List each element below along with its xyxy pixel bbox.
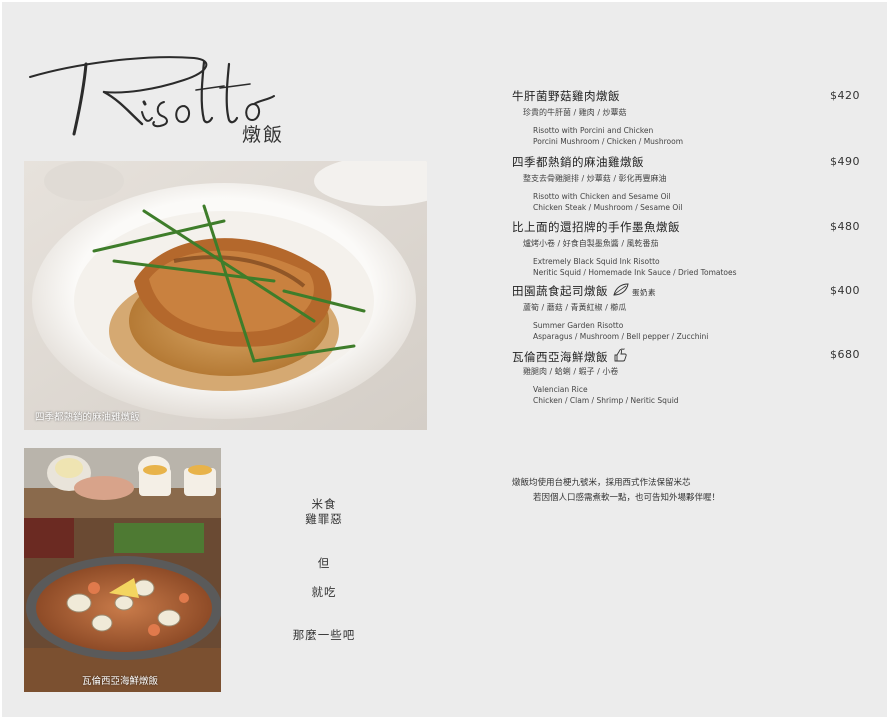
menu-item-name-row: 田園蔬食起司燉飯 蛋奶素 xyxy=(512,283,656,300)
menu-item-english: Summer Garden Risotto Asparagus / Mushro… xyxy=(533,320,708,342)
rice-note-line-1: 燉飯均使用台梗九號米，採用西式作法保留米芯 xyxy=(512,478,691,488)
menu-page: 燉飯 四季都熱銷的麻油雞燉飯 瓦倫西亞海鮮燉飯 米食 雞罪惡 但 就吃 那麼一些… xyxy=(2,2,887,717)
menu-item-price: $420 xyxy=(830,89,860,102)
menu-item-ingredients: 蘆筍 / 蘑菇 / 青黃紅椒 / 櫛瓜 xyxy=(523,303,627,312)
menu-item-english-ingredients: Chicken Steak / Mushroom / Sesame Oil xyxy=(533,203,683,212)
menu-item-price: $400 xyxy=(830,284,860,297)
vegetarian-tag: 蛋奶素 xyxy=(632,288,656,297)
menu-item-ingredients: 整支去骨雞腿排 / 炒蕈菇 / 彰化再豐麻油 xyxy=(523,174,667,183)
menu-item-english: Risotto with Chicken and Sesame Oil Chic… xyxy=(533,191,682,213)
menu-item-name: 四季都熱銷的麻油雞燉飯 xyxy=(512,155,644,169)
menu-item-ingredients: 爐烤小卷 / 好食自製墨魚醬 / 風乾番茄 xyxy=(523,239,659,248)
chicken-risotto-photo: 四季都熱銷的麻油雞燉飯 xyxy=(24,161,427,430)
slogan-line-5: 那麼一些吧 xyxy=(292,628,356,642)
slogan-line-1: 米食 xyxy=(311,497,337,511)
menu-item-english-title: Risotto with Chicken and Sesame Oil xyxy=(533,192,671,201)
small-photo-caption: 瓦倫西亞海鮮燉飯 xyxy=(82,676,159,687)
menu-item-english-ingredients: Chicken / Clam / Shrimp / Neritic Squid xyxy=(533,396,679,405)
menu-item-english-ingredients: Asparagus / Mushroom / Bell pepper / Zuc… xyxy=(533,332,709,341)
menu-item-ingredients: 珍貴的牛肝菌 / 雞肉 / 炒蕈菇 xyxy=(523,108,627,117)
menu-item-price: $490 xyxy=(830,155,860,168)
menu-item-name-row: 瓦倫西亞海鮮燉飯 xyxy=(512,347,628,366)
menu-item-price: $680 xyxy=(830,348,860,361)
leaf-icon xyxy=(612,283,630,300)
menu-item-name: 田園蔬食起司燉飯 xyxy=(512,284,608,298)
menu-item-name: 比上面的還招牌的手作墨魚燉飯 xyxy=(512,220,680,234)
slogan-line-3: 但 xyxy=(317,556,331,570)
thumbs-up-icon xyxy=(612,347,628,366)
main-photo-caption: 四季都熱銷的麻油雞燉飯 xyxy=(35,412,140,423)
menu-item-english: Valencian Rice Chicken / Clam / Shrimp /… xyxy=(533,384,679,406)
slogan-line-4: 就吃 xyxy=(311,585,337,599)
title-chinese: 燉飯 xyxy=(242,124,285,146)
menu-item-english-title: Risotto with Porcini and Chicken xyxy=(533,126,654,135)
menu-item-name: 瓦倫西亞海鮮燉飯 xyxy=(512,350,608,364)
slogan-line-2: 雞罪惡 xyxy=(305,512,343,526)
menu-item-english-ingredients: Neritic Squid / Homemade Ink Sauce / Dri… xyxy=(533,268,737,277)
menu-item-english-title: Summer Garden Risotto xyxy=(533,321,624,330)
menu-item-english: Extremely Black Squid Ink Risotto Neriti… xyxy=(533,256,737,278)
menu-item-english-title: Extremely Black Squid Ink Risotto xyxy=(533,257,660,266)
paella-photo: 瓦倫西亞海鮮燉飯 xyxy=(24,448,221,692)
rice-note: 燉飯均使用台梗九號米，採用西式作法保留米芯 若因個人口感需煮軟一點，也可告知外場… xyxy=(512,476,720,506)
menu-item-price: $480 xyxy=(830,220,860,233)
rice-note-line-2: 若因個人口感需煮軟一點，也可告知外場夥伴喔！ xyxy=(533,493,721,503)
menu-item-name: 牛肝菌野菇雞肉燉飯 xyxy=(512,89,620,103)
menu-item-ingredients: 雞腿肉 / 蛤蜊 / 蝦子 / 小卷 xyxy=(523,367,619,376)
menu-item-english-ingredients: Porcini Mushroom / Chicken / Mushroom xyxy=(533,137,683,146)
menu-item-english: Risotto with Porcini and Chicken Porcini… xyxy=(533,125,683,147)
menu-item-english-title: Valencian Rice xyxy=(533,385,588,394)
